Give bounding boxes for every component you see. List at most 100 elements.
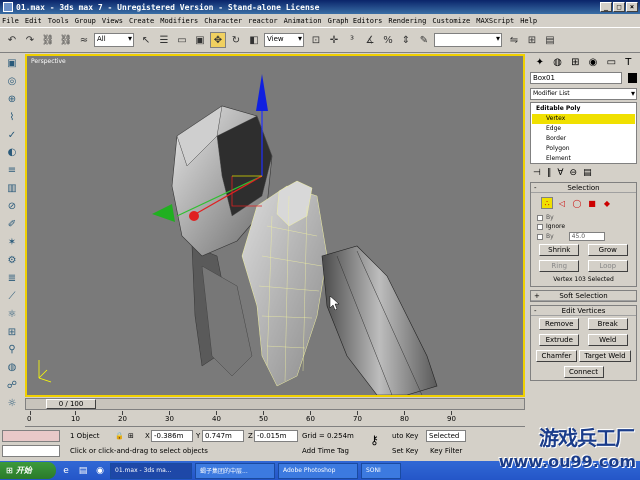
ring-button[interactable]: Ring [539, 260, 580, 272]
task-3dsmax[interactable]: 01.max - 3ds ma... [110, 462, 192, 479]
modifier-list-dropdown[interactable]: Modifier List [530, 88, 637, 100]
select-by-name-icon[interactable]: ☰ [156, 32, 172, 48]
show-end-result-icon[interactable]: ‖ [547, 168, 552, 178]
stack-item-element[interactable]: Element [532, 154, 635, 164]
hierarchy-tab-icon[interactable]: ⊞ [571, 57, 579, 68]
key-icon[interactable]: ⚷ [370, 434, 379, 446]
menu-create[interactable]: Create [129, 17, 154, 25]
rect-selection-region-icon[interactable]: ▭ [174, 32, 190, 48]
select-rotate-icon[interactable]: ↻ [228, 32, 244, 48]
named-selection-dropdown[interactable] [434, 33, 502, 47]
time-slider[interactable]: 0 / 100 [25, 398, 525, 410]
edit-vertices-rollout-header[interactable]: - Edit Vertices [531, 306, 636, 316]
start-button[interactable]: ⊞ 开始 [0, 462, 56, 479]
edge-mode-icon[interactable]: ◁ [556, 197, 568, 209]
menu-character[interactable]: Character [204, 17, 242, 25]
menu-edit[interactable]: Edit [25, 17, 42, 25]
display-tab-icon[interactable]: ▭ [607, 57, 616, 68]
y-coord-field[interactable]: 0.747m [202, 430, 244, 442]
selection-rollout-header[interactable]: - Selection [531, 183, 636, 193]
target-weld-button[interactable]: Target Weld [579, 350, 631, 362]
angle-snap-icon[interactable]: ∡ [362, 32, 378, 48]
menu-graph-editors[interactable]: Graph Editors [328, 17, 383, 25]
maximize-button[interactable]: □ [613, 2, 625, 12]
make-unique-icon[interactable]: ∀ [557, 168, 563, 178]
maxscript-input-field[interactable] [2, 445, 60, 457]
key-mode-dropdown[interactable]: Selected [426, 430, 466, 442]
connect-button[interactable]: Connect [563, 366, 604, 378]
utilities-icon[interactable]: ◐ [3, 146, 21, 161]
by-angle-checkbox[interactable]: By 45.0 [531, 231, 636, 242]
motion-tab-icon[interactable]: ◉ [589, 57, 598, 68]
key-filters-button[interactable]: Key Filter [430, 445, 462, 457]
grow-button[interactable]: Grow [587, 244, 628, 256]
wire-icon[interactable]: ⟋ [3, 289, 21, 304]
menu-file[interactable]: File [2, 17, 19, 25]
motion-icon[interactable]: ⌇ [3, 110, 21, 125]
stack-root-editable-poly[interactable]: Editable Poly [532, 104, 635, 114]
loop-button[interactable]: Loop [587, 260, 628, 272]
desktop-quicklaunch-icon[interactable]: ▤ [76, 464, 90, 478]
remove-modifier-icon[interactable]: ⊖ [570, 168, 578, 178]
break-button[interactable]: Break [587, 318, 628, 330]
angle-spinner[interactable]: 45.0 [568, 232, 605, 241]
unlink-icon[interactable]: ⛓ [58, 32, 74, 48]
create-tab-icon[interactable]: ✦ [536, 57, 544, 68]
layer-manager-icon[interactable]: ▤ [542, 32, 558, 48]
create-icon[interactable]: ▣ [3, 56, 21, 71]
link-icon[interactable]: ⛓ [40, 32, 56, 48]
weld-button[interactable]: Weld [587, 334, 628, 346]
undo-icon[interactable]: ↶ [4, 32, 20, 48]
menu-tools[interactable]: Tools [48, 17, 69, 25]
task-soni[interactable]: SONI [361, 462, 401, 479]
shrink-button[interactable]: Shrink [539, 244, 580, 256]
absolute-mode-icon[interactable]: ⊞ [128, 430, 134, 442]
reactor-icon[interactable]: ⚛ [3, 307, 21, 322]
task-browser[interactable]: 蝎子集团的中层... [195, 462, 275, 479]
vertex-mode-icon[interactable]: ∴ [541, 197, 553, 209]
menu-help[interactable]: Help [520, 17, 537, 25]
menu-customize[interactable]: Customize [432, 17, 470, 25]
ie-quicklaunch-icon[interactable]: e [59, 464, 73, 478]
configure-modifier-sets-icon[interactable]: ▤ [583, 168, 592, 178]
media-quicklaunch-icon[interactable]: ◉ [93, 464, 107, 478]
selection-filter-dropdown[interactable]: All [94, 33, 134, 47]
by-vertex-checkbox[interactable]: By [531, 213, 636, 222]
utilities-tab-icon[interactable]: T [625, 57, 631, 68]
menu-group[interactable]: Group [75, 17, 96, 25]
graphite-icon[interactable]: ⊘ [3, 199, 21, 214]
stack-item-border[interactable]: Border [532, 134, 635, 144]
percent-snap-icon[interactable]: % [380, 32, 396, 48]
snaps-toggle-icon[interactable]: ³ [344, 32, 360, 48]
select-object-icon[interactable]: ↖ [138, 32, 154, 48]
add-time-tag-button[interactable]: Add Time Tag [302, 445, 349, 457]
bind-spacewarp-icon[interactable]: ≈ [76, 32, 92, 48]
pin-stack-icon[interactable]: ⊣ [533, 168, 541, 178]
material-icon[interactable]: ◍ [3, 360, 21, 375]
auto-key-button[interactable]: uto Key [392, 430, 418, 442]
menu-rendering[interactable]: Rendering [388, 17, 426, 25]
menu-animation[interactable]: Animation [284, 17, 322, 25]
border-mode-icon[interactable]: ◯ [571, 197, 583, 209]
time-slider-thumb[interactable]: 0 / 100 [46, 399, 96, 409]
menu-reactor[interactable]: reactor [248, 17, 278, 25]
cylinder-icon[interactable]: ▥ [3, 181, 21, 196]
chain-icon[interactable]: ☍ [3, 378, 21, 393]
mesh-icon[interactable]: ⊞ [3, 325, 21, 340]
align-icon[interactable]: ⊞ [524, 32, 540, 48]
layer-icon[interactable]: ≡ [3, 163, 21, 178]
stack-item-edge[interactable]: Edge [532, 124, 635, 134]
ignore-backfacing-checkbox[interactable]: Ignore [531, 222, 636, 231]
close-button[interactable]: × [626, 2, 638, 12]
chamfer-button[interactable]: Chamfer [536, 350, 577, 362]
paint-icon[interactable]: ✐ [3, 217, 21, 232]
soft-selection-rollout-header[interactable]: + Soft Selection [531, 291, 636, 301]
window-crossing-icon[interactable]: ▣ [192, 32, 208, 48]
particle-icon[interactable]: ✶ [3, 235, 21, 250]
character-icon[interactable]: ⚲ [3, 343, 21, 358]
select-manipulate-icon[interactable]: ✛ [326, 32, 342, 48]
object-color-swatch[interactable] [628, 73, 637, 83]
lock-selection-icon[interactable]: 🔒 [115, 430, 124, 442]
viewport-label[interactable]: Perspective [31, 58, 66, 65]
ref-coord-dropdown[interactable]: View [264, 33, 304, 47]
